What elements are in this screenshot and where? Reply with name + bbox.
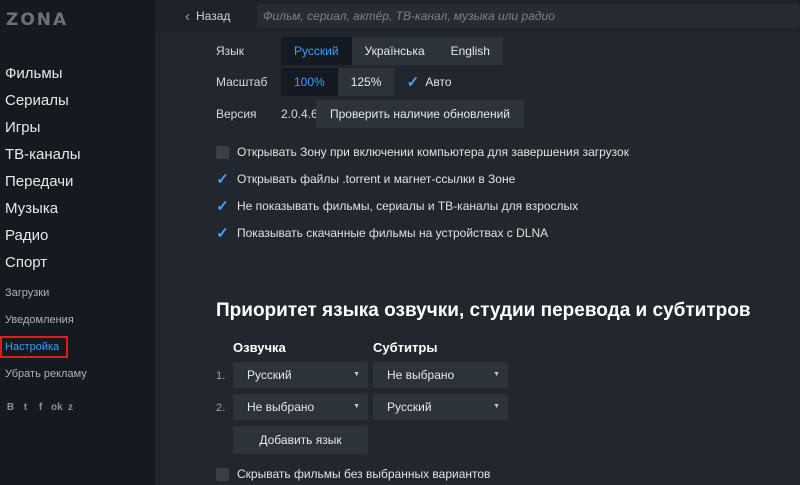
back-button[interactable]: ‹ Назад — [185, 0, 230, 32]
hide-films-checkbox[interactable] — [216, 467, 229, 481]
scale-selector: 100% 125% — [281, 68, 395, 96]
sidebar-item-games[interactable]: Игры — [5, 114, 81, 141]
adult-filter-label: Не показывать фильмы, сериалы и ТВ-канал… — [237, 199, 579, 213]
priority-row-number: 2. — [216, 402, 226, 414]
hide-films-label: Скрывать фильмы без выбранных вариантов — [237, 467, 491, 481]
scale-label: Масштаб — [216, 75, 268, 89]
top-bar: ‹ Назад — [155, 0, 800, 32]
vk-icon[interactable]: В — [6, 402, 15, 413]
dlna-checkbox[interactable] — [216, 227, 229, 240]
sidebar-item-downloads[interactable]: Загрузки — [5, 284, 87, 311]
social-links: В t f ok z — [6, 402, 75, 413]
option-torrent: Открывать файлы .torrent и магнет-ссылки… — [216, 172, 515, 186]
sidebar-item-radio[interactable]: Радио — [5, 222, 81, 249]
voice-select-1[interactable]: Русский ▼ — [233, 362, 368, 388]
dropdown-caret-icon: ▼ — [493, 371, 500, 378]
dropdown-caret-icon: ▼ — [353, 371, 360, 378]
voice-select-2[interactable]: Не выбрано ▼ — [233, 394, 368, 420]
sidebar: ZONA Фильмы Сериалы Игры ТВ-каналы Перед… — [0, 0, 155, 485]
facebook-icon[interactable]: f — [36, 402, 45, 413]
version-row: Версия 2.0.4.6 Проверить наличие обновле… — [216, 100, 524, 128]
version-value: 2.0.4.6 — [281, 107, 318, 121]
dropdown-caret-icon: ▼ — [493, 403, 500, 410]
dlna-label: Показывать скачанные фильмы на устройств… — [237, 226, 549, 240]
sidebar-item-shows[interactable]: Передачи — [5, 168, 81, 195]
option-adult-filter: Не показывать фильмы, сериалы и ТВ-канал… — [216, 199, 578, 213]
twitter-icon[interactable]: t — [21, 402, 30, 413]
sidebar-item-music[interactable]: Музыка — [5, 195, 81, 222]
language-selector: Русский Українська English — [281, 37, 503, 65]
option-autostart: Открывать Зону при включении компьютера … — [216, 145, 629, 159]
language-option-english[interactable]: English — [437, 37, 503, 65]
back-label: Назад — [196, 9, 231, 23]
auto-scale-checkbox[interactable] — [406, 76, 419, 89]
language-option-ukrainian[interactable]: Українська — [351, 37, 438, 65]
autostart-label: Открывать Зону при включении компьютера … — [237, 145, 629, 159]
auto-scale-label: Авто — [425, 75, 452, 89]
zona-icon[interactable]: z — [66, 402, 75, 413]
sidebar-item-tv-channels[interactable]: ТВ-каналы — [5, 141, 81, 168]
scale-option-125[interactable]: 125% — [337, 68, 395, 96]
add-language-button[interactable]: Добавить язык — [233, 426, 368, 454]
voice-column-header: Озвучка — [233, 340, 286, 355]
voice-select-1-value: Русский — [247, 368, 292, 382]
autostart-checkbox[interactable] — [216, 145, 229, 159]
subtitles-select-1[interactable]: Не выбрано ▼ — [373, 362, 508, 388]
sidebar-item-sport[interactable]: Спорт — [5, 249, 81, 276]
priority-row-number: 1. — [216, 370, 226, 382]
sidebar-item-films[interactable]: Фильмы — [5, 60, 81, 87]
search-input[interactable] — [257, 4, 800, 28]
option-dlna: Показывать скачанные фильмы на устройств… — [216, 226, 548, 240]
scale-option-100[interactable]: 100% — [281, 68, 338, 96]
dropdown-caret-icon: ▼ — [353, 403, 360, 410]
sidebar-item-remove-ads[interactable]: Убрать рекламу — [5, 365, 87, 392]
subtitles-select-2-value: Русский — [387, 400, 432, 414]
voice-select-2-value: Не выбрано — [247, 400, 315, 414]
subtitles-select-2[interactable]: Русский ▼ — [373, 394, 508, 420]
subtitles-column-header: Субтитры — [373, 340, 438, 355]
language-label: Язык — [216, 44, 245, 58]
check-updates-button[interactable]: Проверить наличие обновлений — [316, 100, 524, 128]
priority-heading: Приоритет языка озвучки, студии перевода… — [216, 300, 751, 321]
torrent-label: Открывать файлы .torrent и магнет-ссылки… — [237, 172, 516, 186]
settings-highlight-box — [0, 336, 68, 358]
settings-panel: Язык Русский Українська English Масштаб … — [155, 32, 800, 485]
sidebar-item-notifications[interactable]: Уведомления — [5, 311, 87, 338]
logo-text: ZONA — [6, 10, 69, 30]
torrent-checkbox[interactable] — [216, 173, 229, 186]
subtitles-select-1-value: Не выбрано — [387, 368, 455, 382]
zona-logo[interactable]: ZONA — [6, 10, 69, 30]
option-hide-films: Скрывать фильмы без выбранных вариантов — [216, 467, 490, 481]
language-row: Язык Русский Українська English — [216, 37, 503, 65]
adult-filter-checkbox[interactable] — [216, 200, 229, 213]
main-nav: Фильмы Сериалы Игры ТВ-каналы Передачи М… — [5, 60, 81, 276]
language-option-russian[interactable]: Русский — [281, 37, 352, 65]
sidebar-item-series[interactable]: Сериалы — [5, 87, 81, 114]
scale-row: Масштаб 100% 125% Авто — [216, 68, 452, 96]
odnoklassniki-icon[interactable]: ok — [51, 402, 63, 413]
chevron-left-icon: ‹ — [185, 7, 190, 25]
version-label: Версия — [216, 107, 257, 121]
